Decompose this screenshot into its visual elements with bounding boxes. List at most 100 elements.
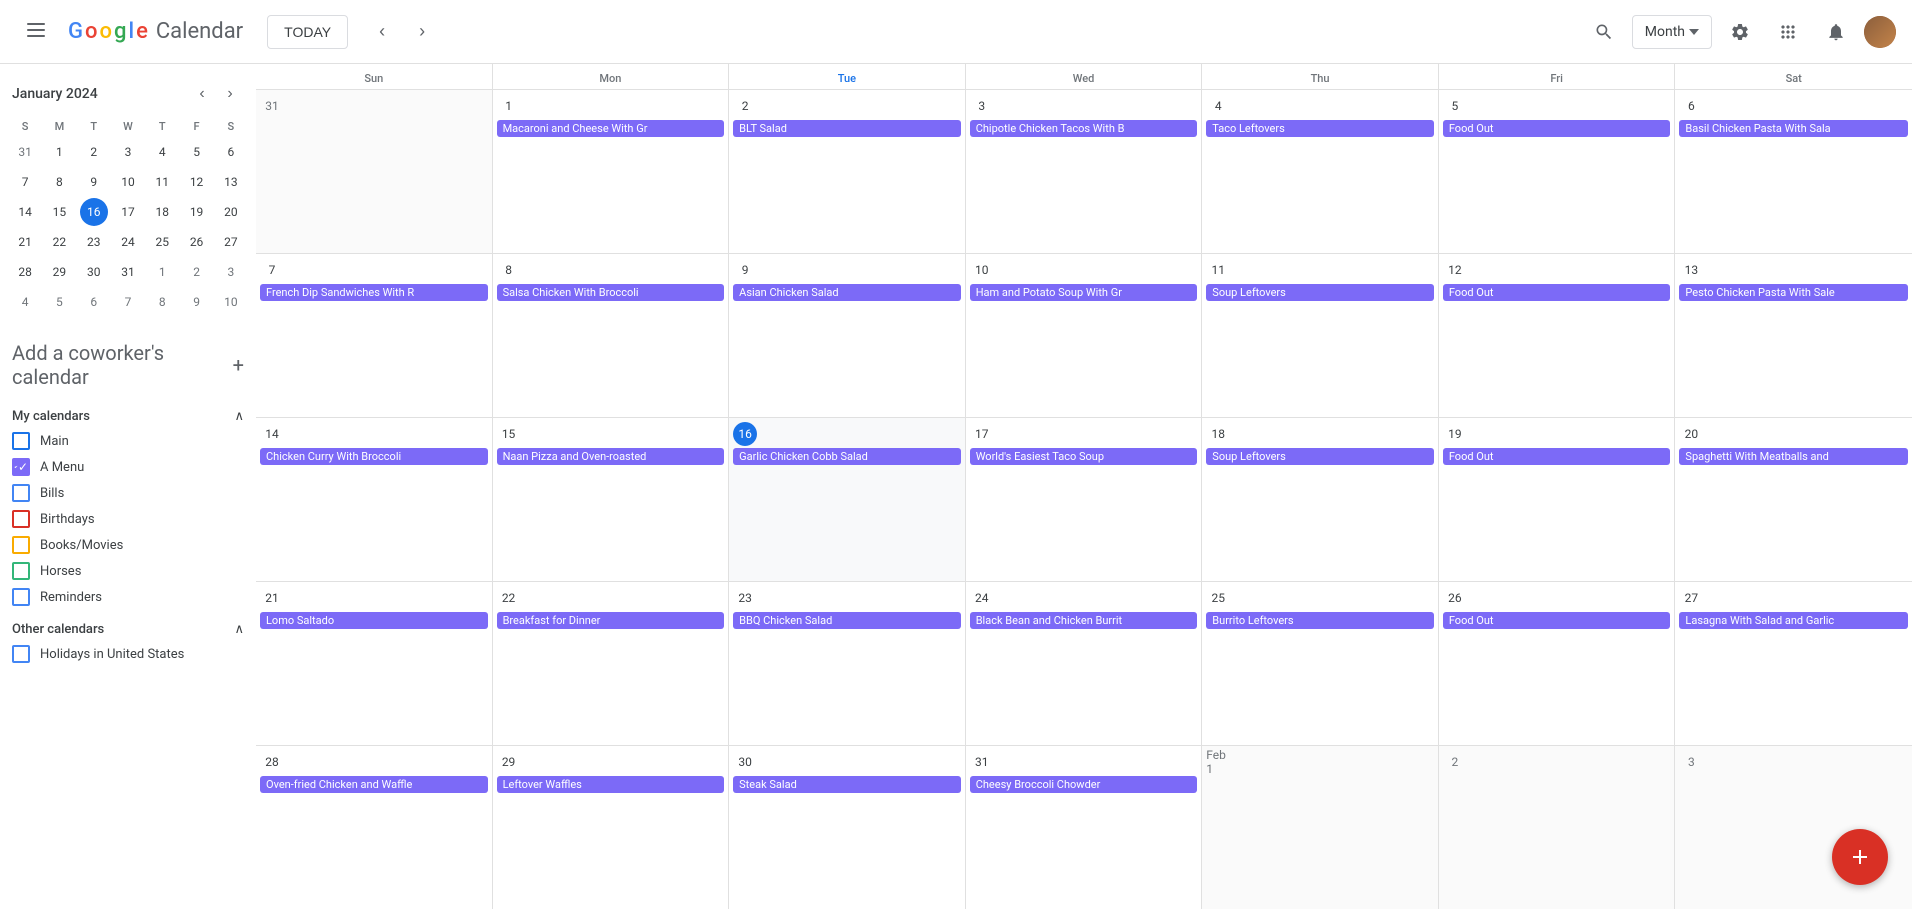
cal-event[interactable]: Basil Chicken Pasta With Sala (1679, 120, 1908, 137)
mini-cal-day[interactable]: 28 (11, 258, 39, 286)
other-calendars-header[interactable]: Other calendars ∧ (8, 618, 248, 641)
mini-cal-day[interactable]: 31 (11, 138, 39, 166)
cal-cell[interactable]: 20Spaghetti With Meatballs and (1675, 418, 1912, 581)
notifications-button[interactable] (1816, 12, 1856, 52)
cal-cell[interactable]: 25Burrito Leftovers (1202, 582, 1439, 745)
mini-cal-day[interactable]: 4 (148, 138, 176, 166)
cal-event[interactable]: Food Out (1443, 284, 1671, 301)
mini-cal-day[interactable]: 29 (45, 258, 73, 286)
mini-cal-day[interactable]: 27 (217, 228, 245, 256)
mini-cal-prev[interactable]: ‹ (188, 80, 216, 108)
cal-event[interactable]: Ham and Potato Soup With Gr (970, 284, 1198, 301)
avatar[interactable] (1864, 16, 1896, 48)
prev-month-button[interactable]: ‹ (364, 14, 400, 50)
mini-cal-day[interactable]: 23 (80, 228, 108, 256)
hamburger-menu[interactable] (16, 12, 56, 52)
mini-cal-day[interactable]: 4 (11, 288, 39, 316)
cal-event[interactable]: Pesto Chicken Pasta With Sale (1679, 284, 1908, 301)
mini-cal-day[interactable]: 11 (148, 168, 176, 196)
next-month-button[interactable]: › (404, 14, 440, 50)
cal-event[interactable]: BLT Salad (733, 120, 961, 137)
cal-event[interactable]: Chicken Curry With Broccoli (260, 448, 488, 465)
cal-cell[interactable]: 15Naan Pizza and Oven-roasted (493, 418, 730, 581)
cal-cell[interactable]: 29Leftover Waffles (493, 746, 730, 909)
my-calendar-item[interactable]: Horses (8, 558, 248, 584)
cal-cell[interactable]: 30Steak Salad (729, 746, 966, 909)
mini-cal-day[interactable]: 10 (114, 168, 142, 196)
other-calendar-item[interactable]: Holidays in United States (8, 641, 248, 667)
apps-button[interactable] (1768, 12, 1808, 52)
cal-event[interactable]: BBQ Chicken Salad (733, 612, 961, 629)
cal-event[interactable]: Food Out (1443, 448, 1671, 465)
cal-cell[interactable]: 1Macaroni and Cheese With Gr (493, 90, 730, 253)
cal-event[interactable]: Breakfast for Dinner (497, 612, 725, 629)
cal-cell[interactable]: 5Food Out (1439, 90, 1676, 253)
add-coworker[interactable]: Add a coworker's calendar + (8, 333, 248, 397)
cal-cell[interactable]: 7French Dip Sandwiches With R (256, 254, 493, 417)
cal-cell[interactable]: 27Lasagna With Salad and Garlic (1675, 582, 1912, 745)
cal-cell[interactable]: 21Lomo Saltado (256, 582, 493, 745)
cal-event[interactable]: World's Easiest Taco Soup (970, 448, 1198, 465)
mini-cal-next[interactable]: › (216, 80, 244, 108)
mini-cal-day[interactable]: 6 (80, 288, 108, 316)
mini-cal-day[interactable]: 10 (217, 288, 245, 316)
mini-cal-day[interactable]: 3 (217, 258, 245, 286)
mini-cal-day[interactable]: 16 (80, 198, 108, 226)
mini-cal-day[interactable]: 14 (11, 198, 39, 226)
mini-cal-day[interactable]: 1 (45, 138, 73, 166)
cal-cell[interactable]: 2BLT Salad (729, 90, 966, 253)
mini-cal-day[interactable]: 22 (45, 228, 73, 256)
cal-event[interactable]: Lasagna With Salad and Garlic (1679, 612, 1908, 629)
cal-event[interactable]: Chipotle Chicken Tacos With B (970, 120, 1198, 137)
mini-cal-day[interactable]: 6 (217, 138, 245, 166)
settings-button[interactable] (1720, 12, 1760, 52)
cal-event[interactable]: French Dip Sandwiches With R (260, 284, 488, 301)
mini-cal-day[interactable]: 18 (148, 198, 176, 226)
cal-cell[interactable]: Feb 1 (1202, 746, 1439, 909)
create-event-fab[interactable] (1832, 829, 1888, 885)
mini-cal-day[interactable]: 7 (11, 168, 39, 196)
mini-cal-day[interactable]: 5 (45, 288, 73, 316)
mini-cal-day[interactable]: 9 (183, 288, 211, 316)
mini-cal-day[interactable]: 26 (183, 228, 211, 256)
cal-event[interactable]: Soup Leftovers (1206, 448, 1434, 465)
mini-cal-day[interactable]: 25 (148, 228, 176, 256)
mini-cal-day[interactable]: 15 (45, 198, 73, 226)
cal-event[interactable]: Food Out (1443, 612, 1671, 629)
mini-cal-day[interactable]: 30 (80, 258, 108, 286)
mini-cal-day[interactable]: 13 (217, 168, 245, 196)
cal-event[interactable]: Soup Leftovers (1206, 284, 1434, 301)
mini-cal-day[interactable]: 5 (183, 138, 211, 166)
my-calendar-item[interactable]: Bills (8, 480, 248, 506)
cal-event[interactable]: Steak Salad (733, 776, 961, 793)
cal-event[interactable]: Leftover Waffles (497, 776, 725, 793)
cal-cell[interactable]: 23BBQ Chicken Salad (729, 582, 966, 745)
mini-cal-day[interactable]: 12 (183, 168, 211, 196)
cal-cell[interactable]: 24Black Bean and Chicken Burrit (966, 582, 1203, 745)
cal-event[interactable]: Lomo Saltado (260, 612, 488, 629)
cal-cell[interactable]: 13Pesto Chicken Pasta With Sale (1675, 254, 1912, 417)
cal-cell[interactable]: 22Breakfast for Dinner (493, 582, 730, 745)
my-calendar-item[interactable]: Reminders (8, 584, 248, 610)
cal-cell[interactable]: 19Food Out (1439, 418, 1676, 581)
cal-event[interactable]: Asian Chicken Salad (733, 284, 961, 301)
cal-cell[interactable]: 17World's Easiest Taco Soup (966, 418, 1203, 581)
cal-cell[interactable]: 4Taco Leftovers (1202, 90, 1439, 253)
my-calendar-item[interactable]: A Menu (8, 454, 248, 480)
cal-event[interactable]: Garlic Chicken Cobb Salad (733, 448, 961, 465)
mini-cal-day[interactable]: 3 (114, 138, 142, 166)
mini-cal-day[interactable]: 9 (80, 168, 108, 196)
cal-cell[interactable]: 14Chicken Curry With Broccoli (256, 418, 493, 581)
mini-cal-day[interactable]: 8 (148, 288, 176, 316)
search-button[interactable] (1584, 12, 1624, 52)
mini-cal-day[interactable]: 19 (183, 198, 211, 226)
mini-cal-day[interactable]: 7 (114, 288, 142, 316)
cal-cell[interactable]: 11Soup Leftovers (1202, 254, 1439, 417)
cal-cell[interactable]: 28Oven-fried Chicken and Waffle (256, 746, 493, 909)
cal-cell[interactable]: 31 (256, 90, 493, 253)
cal-event[interactable]: Naan Pizza and Oven-roasted (497, 448, 725, 465)
mini-cal-day[interactable]: 2 (183, 258, 211, 286)
cal-event[interactable]: Cheesy Broccoli Chowder (970, 776, 1198, 793)
cal-event[interactable]: Oven-fried Chicken and Waffle (260, 776, 488, 793)
cal-cell[interactable]: 10Ham and Potato Soup With Gr (966, 254, 1203, 417)
